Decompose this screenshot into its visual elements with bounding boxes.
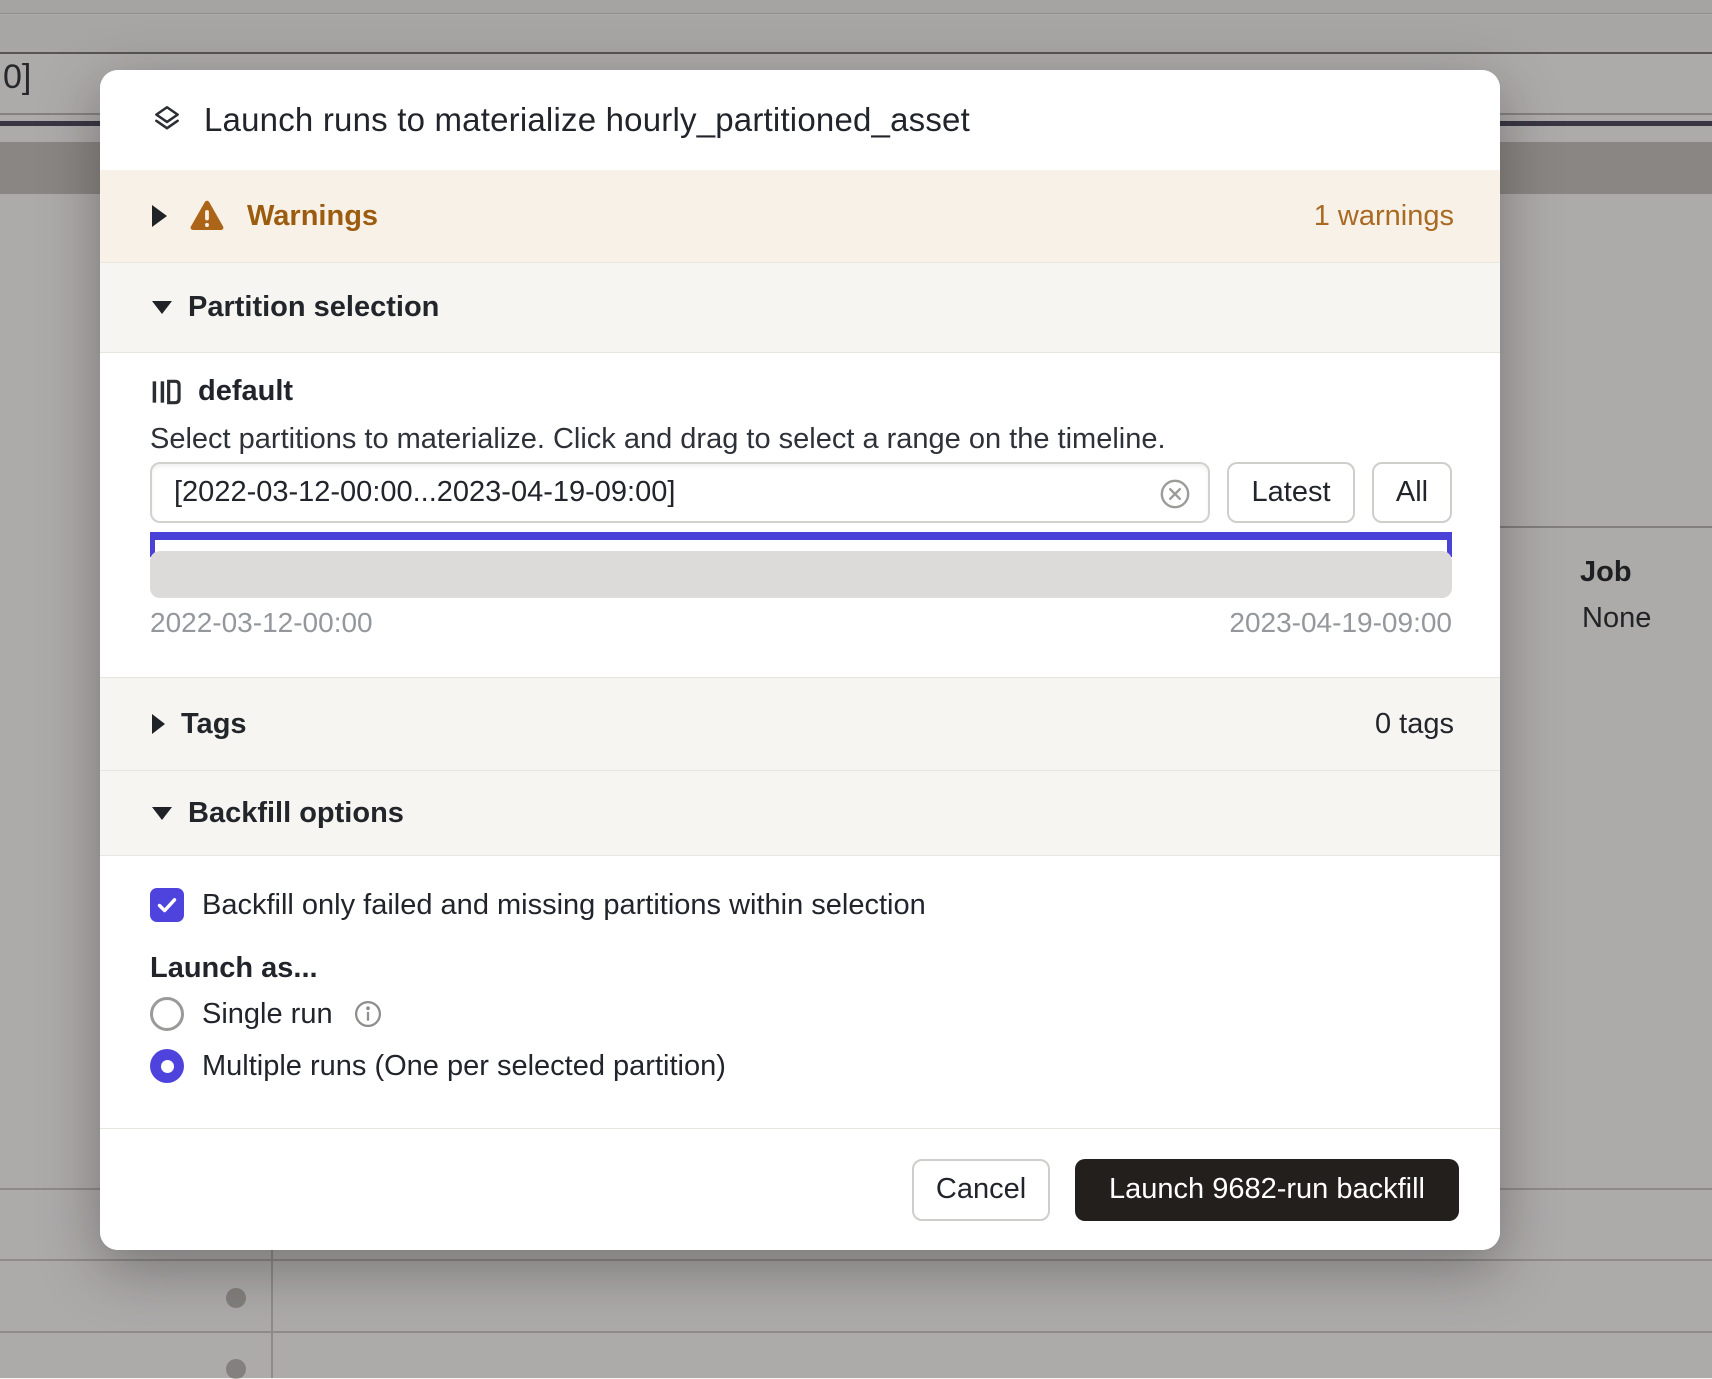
backfill-options-header: Backfill options <box>188 797 404 830</box>
partition-input-row: [2022-03-12-00:00...2023-04-19-09:00] La… <box>150 462 1452 523</box>
tags-section-toggle[interactable]: Tags 0 tags <box>100 677 1500 770</box>
partition-range-input[interactable]: [2022-03-12-00:00...2023-04-19-09:00] <box>150 462 1210 523</box>
chevron-down-icon <box>152 807 172 820</box>
tags-count: 0 tags <box>1375 708 1454 741</box>
warnings-section-toggle[interactable]: Warnings 1 warnings <box>100 170 1500 262</box>
radio-unselected-icon[interactable] <box>150 997 184 1031</box>
dialog-header: Launch runs to materialize hourly_partit… <box>100 70 1500 170</box>
chevron-down-icon <box>152 301 172 314</box>
tags-header: Tags <box>181 708 247 741</box>
chevron-right-icon <box>152 205 167 227</box>
warning-icon <box>189 200 225 232</box>
backfill-options-toggle[interactable]: Backfill options <box>100 770 1500 855</box>
multiple-runs-option[interactable]: Multiple runs (One per selected partitio… <box>150 1049 726 1083</box>
partition-selection-header: Partition selection <box>188 291 439 324</box>
timeline-start-date: 2022-03-12-00:00 <box>150 607 373 639</box>
dimension-row: default <box>150 375 293 408</box>
asset-layers-icon <box>150 103 184 137</box>
warnings-label: Warnings <box>247 200 378 233</box>
partition-icon <box>150 376 182 408</box>
multiple-runs-label: Multiple runs (One per selected partitio… <box>202 1050 726 1083</box>
timeline-end-date: 2023-04-19-09:00 <box>1229 607 1452 639</box>
info-icon[interactable] <box>353 999 383 1029</box>
latest-button[interactable]: Latest <box>1227 462 1355 523</box>
radio-selected-icon[interactable] <box>150 1049 184 1083</box>
partition-selection-content: default Select partitions to materialize… <box>100 352 1500 677</box>
chevron-right-icon <box>152 714 165 734</box>
failed-missing-checkbox-row[interactable]: Backfill only failed and missing partiti… <box>150 888 926 922</box>
backfill-options-content: Backfill only failed and missing partiti… <box>100 855 1500 1128</box>
checkbox-label: Backfill only failed and missing partiti… <box>202 889 926 922</box>
partition-helper-text: Select partitions to materialize. Click … <box>150 423 1166 456</box>
launch-as-label: Launch as... <box>150 952 318 985</box>
dialog-footer: Cancel Launch 9682-run backfill <box>100 1128 1500 1250</box>
warnings-count: 1 warnings <box>1314 200 1454 233</box>
launch-backfill-dialog: Launch runs to materialize hourly_partit… <box>100 70 1500 1250</box>
partition-timeline[interactable] <box>150 551 1452 598</box>
partition-range-value: [2022-03-12-00:00...2023-04-19-09:00] <box>174 476 675 509</box>
clear-input-icon[interactable] <box>1158 477 1192 511</box>
checkbox-checked-icon[interactable] <box>150 888 184 922</box>
timeline-date-row: 2022-03-12-00:00 2023-04-19-09:00 <box>150 607 1452 639</box>
single-run-option[interactable]: Single run <box>150 997 383 1031</box>
dimension-name: default <box>198 375 293 408</box>
dialog-title: Launch runs to materialize hourly_partit… <box>204 101 970 139</box>
cancel-button[interactable]: Cancel <box>912 1159 1050 1221</box>
single-run-label: Single run <box>202 998 333 1031</box>
all-button[interactable]: All <box>1372 462 1452 523</box>
partition-selection-toggle[interactable]: Partition selection <box>100 262 1500 352</box>
launch-backfill-button[interactable]: Launch 9682-run backfill <box>1075 1159 1459 1221</box>
